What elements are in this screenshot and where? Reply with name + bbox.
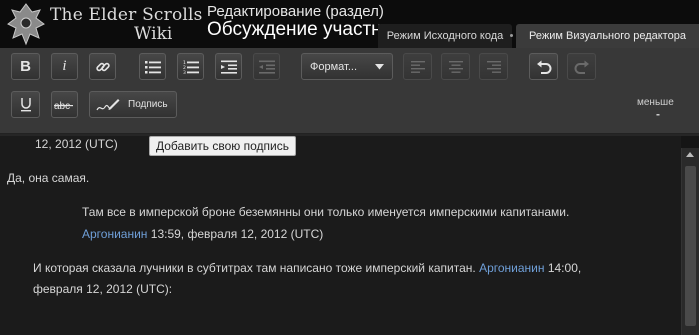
svg-text:3: 3 bbox=[183, 70, 186, 74]
outdent-icon bbox=[258, 60, 275, 74]
reply-2-timestamp-b: февраля 12, 2012 (UTC): bbox=[33, 282, 173, 296]
link-button[interactable] bbox=[89, 53, 116, 80]
undo-icon bbox=[536, 60, 551, 74]
signature-pen-icon bbox=[96, 98, 120, 110]
tab-visual-mode[interactable]: Режим Визуального редактора bbox=[516, 24, 699, 48]
italic-button[interactable]: i bbox=[51, 53, 78, 80]
user-link-argonian-2[interactable]: Аргонианин bbox=[479, 261, 544, 275]
content-line-1: Да, она самая. bbox=[7, 171, 90, 185]
reply-2-timestamp-a: 14:00, bbox=[544, 261, 582, 275]
outdent-button[interactable] bbox=[253, 53, 280, 80]
bold-icon: B bbox=[20, 58, 31, 75]
logo-subtitle: Wiki bbox=[134, 24, 173, 44]
numbered-list-button[interactable]: 1 2 3 bbox=[177, 53, 204, 80]
editor-toolbar: B i 1 2 3 Формат... abc Подпись bbox=[0, 48, 699, 134]
align-left-button[interactable] bbox=[403, 53, 432, 80]
underline-button[interactable] bbox=[11, 91, 40, 118]
dragon-emblem-icon bbox=[7, 3, 45, 46]
format-dropdown-label: Формат... bbox=[310, 60, 358, 73]
redo-icon bbox=[574, 60, 589, 74]
content-cut-line: 12, 2012 (UTC) bbox=[35, 137, 118, 151]
reply-1-text: Там все в имперской броне беземянны они … bbox=[82, 205, 570, 219]
scroll-up-arrow-icon[interactable] bbox=[686, 152, 694, 157]
align-center-icon bbox=[448, 60, 463, 73]
indent-button[interactable] bbox=[215, 53, 242, 80]
tab-source-mode[interactable]: Режим Исходного кода bbox=[378, 24, 512, 48]
site-logo[interactable]: The Elder Scrolls Wiki bbox=[6, 2, 202, 46]
editor-screen: The Elder Scrolls Wiki Редактирование (р… bbox=[0, 0, 699, 335]
reply-2-text-line: И которая сказала лучники в субтитрах та… bbox=[33, 258, 581, 278]
align-center-button[interactable] bbox=[441, 53, 470, 80]
chevron-down-icon bbox=[375, 64, 384, 70]
toolbar-less-mark[interactable]: - bbox=[656, 107, 660, 121]
signature-tooltip: Добавить свою подпись bbox=[149, 136, 296, 156]
indent-icon bbox=[220, 60, 237, 74]
align-right-button[interactable] bbox=[479, 53, 508, 80]
page-title: Обсуждение участника bbox=[207, 19, 387, 40]
signature-button-label: Подпись bbox=[128, 99, 168, 110]
align-right-icon bbox=[486, 60, 501, 73]
tab-separator-dot bbox=[510, 34, 513, 37]
scroll-thumb[interactable] bbox=[685, 166, 696, 326]
italic-icon: i bbox=[62, 58, 67, 74]
toolbar-bottom-edge bbox=[0, 134, 699, 136]
signature-button[interactable]: Подпись bbox=[89, 91, 177, 118]
format-dropdown[interactable]: Формат... bbox=[301, 53, 393, 80]
underline-icon bbox=[20, 98, 31, 112]
content-scrollbar[interactable] bbox=[681, 148, 699, 335]
redo-button[interactable] bbox=[567, 53, 596, 80]
user-link-argonian-1[interactable]: Аргонианин bbox=[82, 227, 147, 241]
bulleted-list-icon bbox=[144, 60, 161, 73]
numbered-list-icon: 1 2 3 bbox=[183, 60, 199, 74]
align-left-icon bbox=[410, 60, 425, 73]
bold-button[interactable]: B bbox=[11, 53, 40, 80]
strikethrough-button[interactable]: abc bbox=[51, 91, 78, 118]
reply-1-timestamp: 13:59, февраля 12, 2012 (UTC) bbox=[147, 227, 324, 241]
reply-1-signature: Аргонианин 13:59, февраля 12, 2012 (UTC) bbox=[82, 224, 323, 244]
link-icon bbox=[95, 62, 110, 71]
reply-2-text: И которая сказала лучники в субтитрах та… bbox=[33, 261, 476, 275]
undo-button[interactable] bbox=[529, 53, 558, 80]
edit-mode-subtitle: Редактирование (раздел) bbox=[207, 3, 384, 20]
logo-title: The Elder Scrolls bbox=[50, 5, 203, 25]
strikethrough-icon: abc bbox=[53, 101, 73, 111]
bulleted-list-button[interactable] bbox=[139, 53, 166, 80]
editor-content[interactable]: 12, 2012 (UTC) Да, она самая. Там все в … bbox=[0, 136, 681, 335]
